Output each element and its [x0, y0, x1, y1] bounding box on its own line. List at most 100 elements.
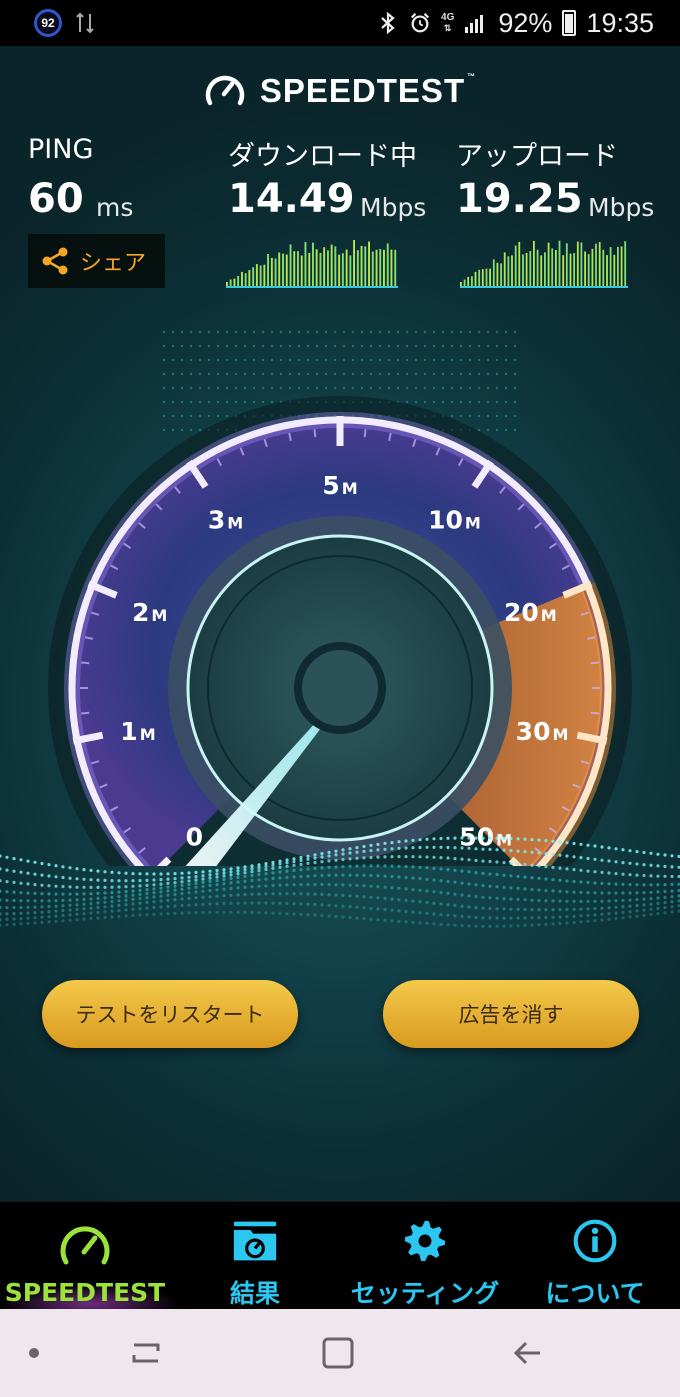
tab-about[interactable]: について — [510, 1202, 680, 1310]
graph-bar — [263, 264, 266, 288]
back-icon[interactable] — [506, 1331, 550, 1375]
remove-ads-button[interactable]: 広告を消す — [383, 980, 639, 1048]
wave-dot — [579, 880, 583, 884]
dot — [387, 372, 391, 376]
wave-dot — [516, 886, 520, 890]
wave-dot — [411, 838, 415, 842]
home-icon[interactable] — [316, 1331, 360, 1375]
wave-dot — [628, 910, 632, 914]
wave-dot — [89, 906, 93, 910]
dot — [252, 358, 256, 362]
tab-settings[interactable]: セッティング — [340, 1202, 510, 1310]
wave-dot — [229, 867, 233, 871]
wave-dot — [313, 874, 317, 878]
wave-dot — [649, 863, 653, 867]
dot — [495, 344, 499, 348]
wave-dot — [264, 911, 268, 915]
wave-dot — [404, 839, 408, 843]
wave-dot — [173, 877, 177, 881]
wave-dot — [243, 871, 247, 875]
wave-dot — [502, 836, 506, 840]
wave-dot — [250, 870, 254, 874]
wave-dot — [166, 893, 170, 897]
wave-dot — [362, 884, 366, 888]
wave-dot — [642, 850, 646, 855]
wave-dot — [621, 910, 625, 914]
dot — [243, 344, 247, 348]
speedometer-icon — [60, 1226, 110, 1265]
wave-dot — [257, 869, 261, 873]
wave-dot — [145, 906, 149, 910]
wave-dot — [124, 914, 128, 918]
wave-dot — [278, 870, 282, 874]
dot — [261, 330, 265, 334]
tab-results[interactable]: 結果 — [170, 1202, 340, 1310]
graph-bar — [591, 248, 594, 288]
wave-dot — [446, 845, 450, 850]
dot — [441, 344, 445, 348]
wave-dot — [194, 911, 198, 915]
wave-dot — [110, 891, 114, 895]
graph-bar — [489, 268, 491, 288]
wave-dot — [614, 916, 618, 921]
wave-dot — [537, 888, 541, 892]
gear-icon — [404, 1220, 446, 1262]
recent-apps-icon[interactable] — [124, 1331, 168, 1375]
wave-dot — [299, 862, 303, 866]
wave-dot — [47, 863, 51, 867]
wave-dot — [236, 880, 240, 884]
wave-dot — [432, 890, 436, 894]
restart-test-button[interactable]: テストをリスタート — [42, 980, 298, 1048]
graph-bar — [334, 246, 337, 288]
wave-dot — [348, 847, 352, 851]
wave-dot — [642, 903, 646, 907]
wave-dot — [299, 892, 303, 896]
upload-label: アップロード — [456, 141, 618, 172]
wave-dot — [180, 871, 184, 875]
wave-dot — [362, 873, 366, 877]
wave-dot — [54, 899, 58, 903]
wave-dot — [96, 896, 100, 900]
wave-dot — [404, 898, 408, 902]
wave-dot — [306, 867, 310, 871]
wave-dot — [166, 877, 170, 881]
wave-dot — [299, 883, 303, 887]
dot — [252, 330, 256, 334]
dot — [486, 372, 490, 376]
wave-dot — [544, 839, 548, 843]
dot — [315, 372, 319, 376]
wave-dot — [537, 898, 541, 903]
dot — [270, 372, 274, 376]
wave-dot — [355, 856, 359, 860]
wave-dot — [425, 911, 429, 915]
dot — [342, 358, 346, 362]
dot — [189, 386, 193, 390]
wave-dot — [264, 877, 268, 881]
wave-dot — [593, 906, 597, 911]
graph-bar — [478, 269, 481, 288]
upload-value: 19.25 — [456, 176, 583, 222]
wave-dot — [586, 907, 590, 911]
wave-dot — [621, 916, 625, 920]
dot — [387, 386, 391, 390]
wave-dot — [460, 893, 464, 897]
graph-bar — [364, 246, 367, 288]
tab-speedtest[interactable]: SPEEDTEST — [0, 1202, 170, 1310]
wave-dot — [173, 884, 177, 888]
dot — [171, 358, 175, 362]
wave-dot — [565, 899, 569, 903]
graph-bar — [338, 254, 341, 288]
wave-dot — [285, 892, 289, 896]
wave-dot — [12, 898, 16, 903]
wave-dot — [397, 919, 401, 923]
share-button[interactable]: シェア — [28, 234, 165, 288]
wave-dot — [565, 841, 569, 845]
wave-dot — [530, 898, 534, 902]
wave-dot — [12, 917, 16, 921]
wave-dot — [257, 865, 261, 870]
wave-dot — [369, 895, 373, 899]
wave-dot — [54, 864, 58, 868]
graph-bar — [511, 255, 513, 288]
wave-dot — [250, 874, 254, 878]
upload-unit: Mbps — [588, 193, 655, 222]
